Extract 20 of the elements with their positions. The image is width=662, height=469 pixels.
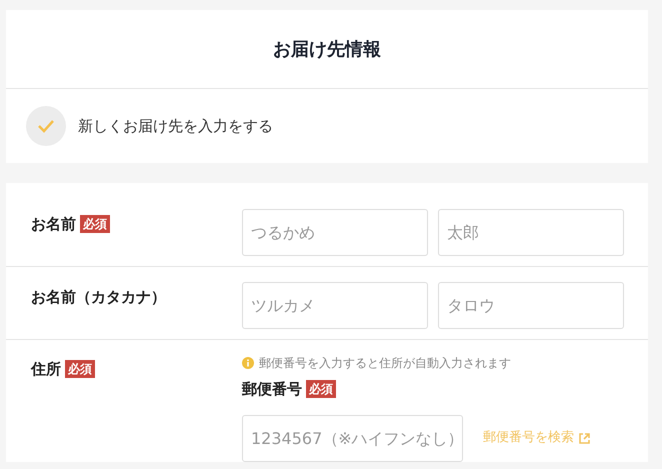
- field-label: お名前: [31, 214, 76, 235]
- checkbox-label: 新しくお届け先を入力をする: [78, 116, 273, 137]
- required-badge: 必須: [80, 215, 110, 234]
- external-link-icon: [579, 432, 590, 444]
- required-badge: 必須: [306, 380, 336, 398]
- postal-search-link[interactable]: 郵便番号を検索: [483, 428, 590, 448]
- check-icon: [37, 119, 55, 133]
- section-title: お届け先情報: [273, 38, 381, 62]
- input-field[interactable]: 太郎: [438, 209, 624, 256]
- input-field[interactable]: ツルカメ: [242, 282, 428, 329]
- input-field[interactable]: つるかめ: [242, 209, 428, 256]
- hint-text: 郵便番号を入力すると住所が自動入力されます: [259, 355, 511, 372]
- info-icon: [242, 357, 254, 369]
- required-badge: 必須: [65, 360, 95, 378]
- field-label: お名前（カタカナ）: [31, 287, 166, 308]
- field-label: 住所: [31, 359, 61, 380]
- field-label: 郵便番号: [242, 379, 302, 400]
- input-field[interactable]: 1234567（※ハイフンなし）: [242, 414, 463, 462]
- checkbox[interactable]: [26, 106, 66, 146]
- input-field[interactable]: タロウ: [438, 282, 624, 329]
